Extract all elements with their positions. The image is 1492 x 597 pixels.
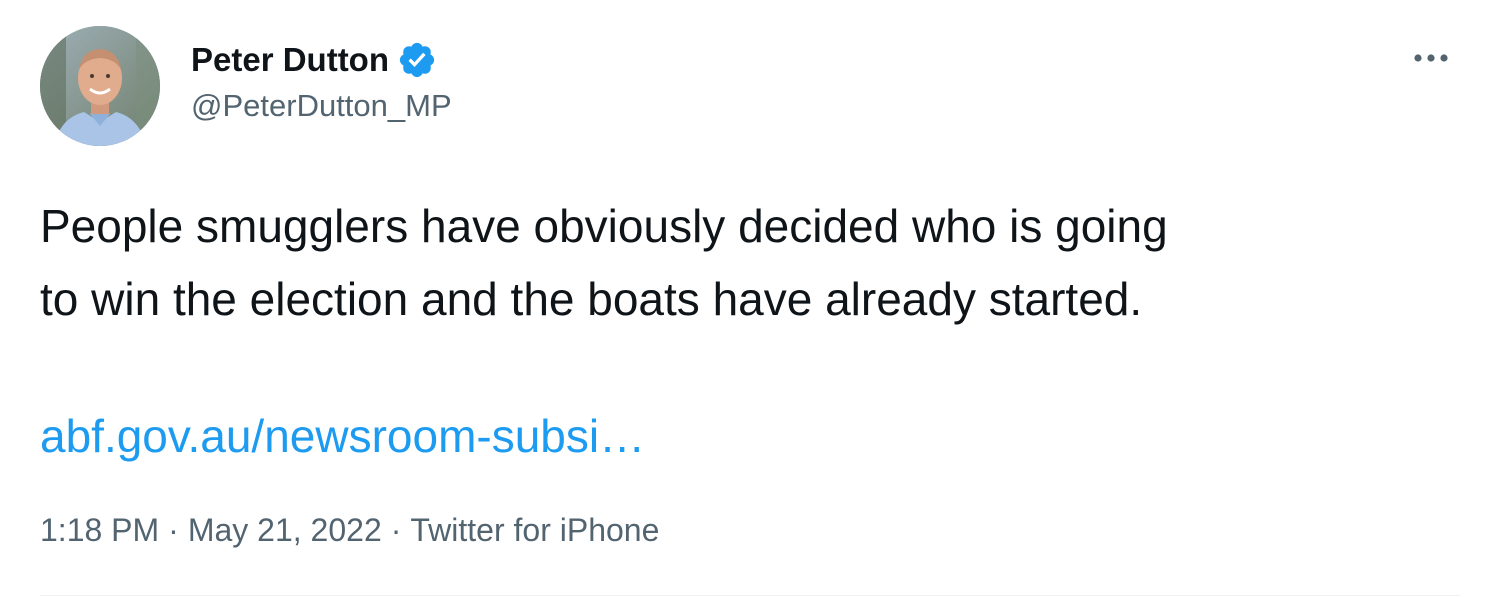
meta-separator: ·	[168, 512, 179, 548]
avatar[interactable]	[40, 26, 160, 146]
profile-photo	[40, 26, 160, 146]
tweet-text: People smugglers have obviously decided …	[40, 190, 1470, 336]
author-display-name[interactable]: Peter Dutton	[191, 41, 389, 79]
divider	[40, 595, 1460, 596]
tweet-source[interactable]: Twitter for iPhone	[410, 512, 659, 548]
author-handle[interactable]: @PeterDutton_MP	[191, 88, 452, 124]
more-options-icon	[1414, 54, 1448, 62]
tweet-text-line: People smugglers have obviously decided …	[40, 200, 1168, 252]
more-options-button[interactable]	[1406, 40, 1456, 76]
tweet-date[interactable]: May 21, 2022	[188, 512, 382, 548]
tweet-card: { "author": { "display_name": "Peter Dut…	[0, 0, 1492, 597]
tweet-meta: 1:18 PM · May 21, 2022 · Twitter for iPhone	[40, 508, 659, 552]
meta-separator: ·	[390, 512, 402, 548]
tweet-text-line: to win the election and the boats have a…	[40, 273, 1143, 325]
tweet-link[interactable]: abf.gov.au/newsroom-subsi…	[40, 400, 645, 473]
verified-badge-icon	[397, 40, 437, 80]
author-name-row: Peter Dutton	[191, 38, 437, 82]
tweet-time[interactable]: 1:18 PM	[40, 512, 159, 548]
